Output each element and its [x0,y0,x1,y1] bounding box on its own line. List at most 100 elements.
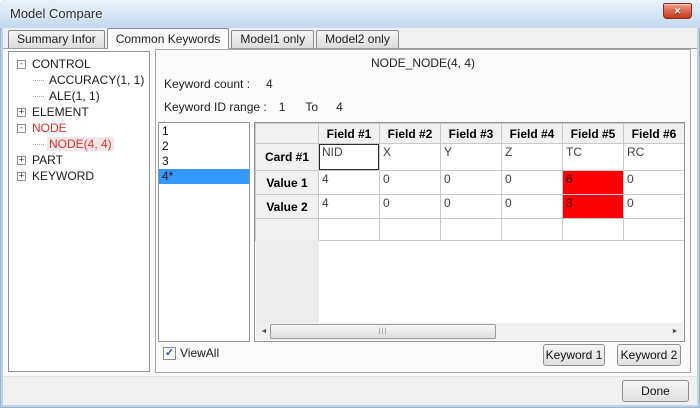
table-cell[interactable] [318,218,380,241]
table-cell[interactable] [501,218,563,241]
table-cell[interactable] [379,218,441,241]
scroll-right-icon[interactable]: ► [667,323,683,340]
id-range-label: Keyword ID range : [164,100,267,114]
collapse-icon[interactable]: - [17,59,26,69]
table-row: Value 2400030 [255,194,684,219]
table-cell[interactable]: 0 [501,170,563,195]
done-button[interactable]: Done [622,380,689,402]
table-row: Value 1400060 [255,170,684,195]
expand-icon[interactable]: + [17,171,26,181]
table-cell[interactable]: X [379,143,441,171]
title-bar: Model Compare ✕ [0,0,700,28]
scrollbar-thumb[interactable]: ||| [270,324,496,339]
tree-item-label[interactable]: ALE(1, 1) [47,89,102,103]
table-cell[interactable]: Y [440,143,502,171]
table-cell[interactable]: 0 [501,194,563,219]
row-header-filler [256,240,319,324]
column-header-field-2[interactable]: Field #2 [379,123,441,144]
expand-icon[interactable]: + [17,107,26,117]
tab-summary-infor[interactable]: Summary Infor [8,30,105,48]
checkbox-check-icon[interactable]: ✓ [163,346,176,360]
list-item[interactable]: 1 [159,124,249,139]
table-cell[interactable]: 0 [623,194,684,219]
keyword-id-listbox[interactable]: 1 2 3 4* [158,122,250,342]
diff-cell[interactable]: 3 [562,194,624,219]
common-keywords-page: - CONTROL ACCURACY(1, 1) ALE(1, 1) + ELEMENT -… [3,48,697,376]
list-item[interactable]: 3 [159,154,249,169]
viewall-checkbox[interactable]: ✓ ViewAll [163,346,219,360]
column-header-field-4[interactable]: Field #4 [501,123,563,144]
row-header-value-1[interactable]: Value 1 [255,170,319,195]
table-cell[interactable]: RC [623,143,684,171]
field-table: Field #1 Field #2 Field #3 Field #4 Field #5… [255,123,684,241]
tree-item-node[interactable]: - NODE [9,120,149,136]
row-header-value-2[interactable]: Value 2 [255,194,319,219]
table-cell[interactable]: TC [562,143,624,171]
row-header-empty[interactable] [255,218,319,241]
tree-item-ale-1-1[interactable]: ALE(1, 1) [9,88,149,104]
table-cell[interactable]: 4 [318,194,380,219]
keyword-detail-panel: NODE_NODE(4, 4) Keyword count : 4 Keyword… [155,49,691,373]
tree-item-node-4-4[interactable]: NODE(4, 4) [9,136,149,152]
table-cell[interactable] [623,218,684,241]
expand-icon[interactable]: + [17,155,26,165]
row-header-card-1[interactable]: Card #1 [255,143,319,171]
keyword-count-label: Keyword count : [164,77,251,91]
tab-common-keywords[interactable]: Common Keywords [106,28,230,49]
table-cell[interactable]: NID [318,143,380,171]
tree-item-label[interactable]: NODE [30,121,69,135]
keyword-tree: - CONTROL ACCURACY(1, 1) ALE(1, 1) + ELEMENT -… [8,51,150,372]
list-item[interactable]: 4* [159,169,249,184]
table-cell[interactable]: Z [501,143,563,171]
id-range-to: 4 [336,100,343,114]
tree-connector [33,143,44,145]
horizontal-scrollbar[interactable]: ◄ ||| ► [256,323,683,340]
table-cell[interactable] [440,218,502,241]
table-cell[interactable] [562,218,624,241]
tab-model2-only[interactable]: Model2 only [316,30,399,48]
tree-item-control[interactable]: - CONTROL [9,56,149,72]
list-item[interactable]: 2 [159,139,249,154]
tree-item-element[interactable]: + ELEMENT [9,104,149,120]
column-header-field-1[interactable]: Field #1 [318,123,380,144]
keyword-count-value: 4 [266,77,273,91]
table-cell[interactable]: 0 [440,194,502,219]
keyword-id-range-line: Keyword ID range : 1 To 4 [164,100,343,114]
field-table-viewport: Field #1 Field #2 Field #3 Field #4 Field #5… [254,122,685,342]
tree-item-label[interactable]: ACCURACY(1, 1) [47,73,146,87]
column-header-field-5[interactable]: Field #5 [562,123,624,144]
diff-cell[interactable]: 6 [562,170,624,195]
tree-item-label[interactable]: ELEMENT [30,105,91,119]
id-range-to-label: To [305,100,319,114]
table-row [255,218,684,241]
column-header-field-6[interactable]: Field #6 [623,123,684,144]
table-row: Card #1 NID X Y Z TC RC [255,143,684,171]
window-title: Model Compare [10,6,103,21]
field-table-head: Field #1 Field #2 Field #3 Field #4 Field #5… [255,123,684,144]
table-cell[interactable]: 0 [379,194,441,219]
tree-item-accuracy-1-1[interactable]: ACCURACY(1, 1) [9,72,149,88]
tree-item-keyword[interactable]: + KEYWORD [9,168,149,184]
table-cell[interactable]: 0 [623,170,684,195]
column-header-field-3[interactable]: Field #3 [440,123,502,144]
tab-strip: Summary Infor Common Keywords Model1 only M… [8,28,401,49]
table-cell[interactable]: 4 [318,170,380,195]
tree-item-label[interactable]: CONTROL [30,57,93,71]
tree-item-label[interactable]: PART [30,153,65,167]
tab-model1-only[interactable]: Model1 only [231,30,315,48]
bottom-strip: Done [3,376,697,405]
corner-cell [255,123,319,144]
tree-item-label[interactable]: KEYWORD [30,169,96,183]
header-row: Field #1 Field #2 Field #3 Field #4 Field #5… [255,123,684,144]
tree-item-label[interactable]: NODE(4, 4) [47,137,114,151]
viewall-label: ViewAll [180,346,220,360]
field-table-body: Card #1 NID X Y Z TC RC Value 1 4 0 0 0 6 0 Value 2400… [255,143,684,241]
tree-connector [33,79,44,81]
close-icon[interactable]: ✕ [663,3,692,19]
collapse-icon[interactable]: - [17,123,26,133]
tree-item-part[interactable]: + PART [9,152,149,168]
table-cell[interactable]: 0 [440,170,502,195]
keyword1-button[interactable]: Keyword 1 [543,344,605,366]
table-cell[interactable]: 0 [379,170,441,195]
keyword2-button[interactable]: Keyword 2 [617,344,681,366]
